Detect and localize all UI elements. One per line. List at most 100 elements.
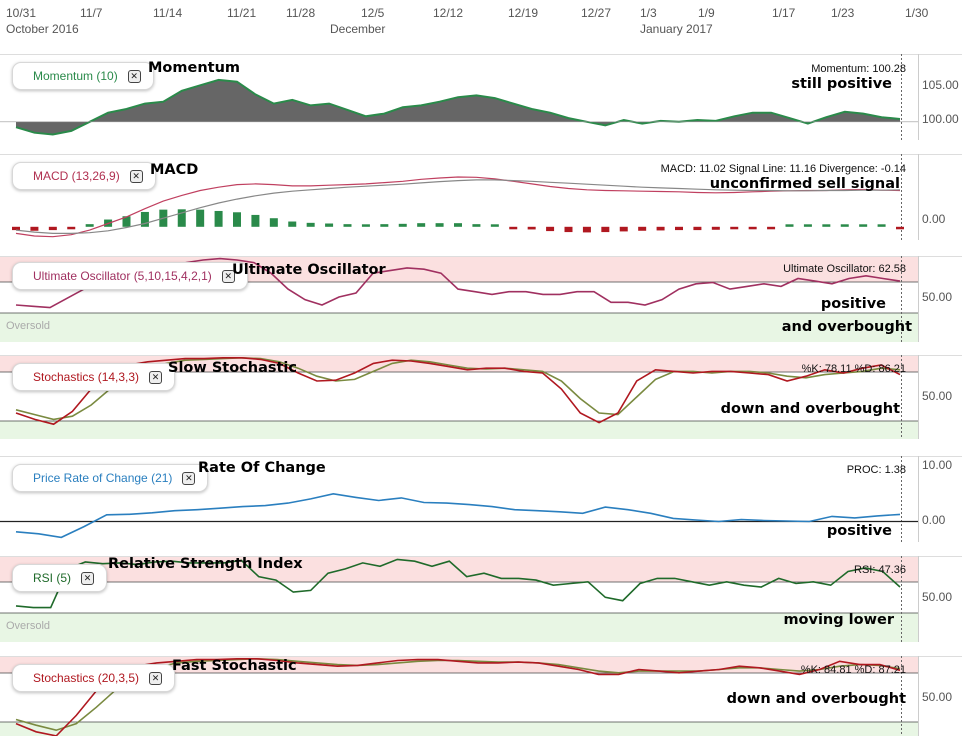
divergence-bar xyxy=(785,224,794,227)
rsi-readout: RSI: 47.36 xyxy=(854,564,906,576)
date-tick: 1/17 xyxy=(772,6,796,20)
macd-readout: MACD: 11.02 Signal Line: 11.16 Divergenc… xyxy=(660,163,906,175)
divergence-bar xyxy=(840,224,849,227)
close-icon[interactable]: ✕ xyxy=(129,169,143,183)
divergence-bar xyxy=(656,226,665,231)
oversold-zone xyxy=(0,421,918,439)
divergence-bar xyxy=(380,224,389,227)
oversold-zone xyxy=(0,722,918,736)
divergence-bar xyxy=(398,223,407,227)
date-tick: 11/14 xyxy=(153,6,183,20)
oversold-zone xyxy=(0,313,918,342)
divergence-bar xyxy=(601,226,610,233)
slow-stochastic-chip[interactable]: Stochastics (14,3,3) ✕ xyxy=(12,363,176,391)
close-icon[interactable]: ✕ xyxy=(149,370,163,384)
fast-sto-title: Fast Stochastic xyxy=(172,658,297,674)
divergence-bar xyxy=(509,226,518,230)
divergence-bar xyxy=(546,226,555,232)
y-tick: 50.00 xyxy=(922,590,953,604)
macd-panel: MACD (13,26,9) ✕ MACD MACD: 11.02 Signal … xyxy=(0,154,962,240)
divergence-bar xyxy=(435,223,444,227)
rsi-title: Relative Strength Index xyxy=(108,556,303,572)
divergence-bar xyxy=(730,226,739,230)
proc-note: positive xyxy=(826,523,892,539)
divergence-bar xyxy=(748,226,757,230)
divergence-bar xyxy=(675,226,683,231)
proc-chip-label: Price Rate of Change (21) xyxy=(33,471,173,485)
y-tick: 0.00 xyxy=(922,513,946,527)
ultimate-oscillator-chip[interactable]: Ultimate Oscillator (5,10,15,4,2,1) ✕ xyxy=(12,262,248,290)
close-icon[interactable]: ✕ xyxy=(149,671,163,685)
macd-chip-label: MACD (13,26,9) xyxy=(33,169,120,183)
fast-stochastic-chip[interactable]: Stochastics (20,3,5) ✕ xyxy=(12,664,176,692)
date-tick: 1/30 xyxy=(905,6,929,20)
fast-stochastic-panel: Stochastics (20,3,5) ✕ Fast Stochastic %K… xyxy=(0,656,962,736)
momentum-indicator-chip[interactable]: Momentum (10) ✕ xyxy=(12,62,154,90)
divergence-bar xyxy=(48,226,57,231)
uo-title: Ultimate Oscillator xyxy=(232,262,386,278)
momentum-title: Momentum xyxy=(148,60,241,76)
macd-indicator-chip[interactable]: MACD (13,26,9) ✕ xyxy=(12,162,156,190)
divergence-bar xyxy=(638,226,647,231)
date-tick: 1/9 xyxy=(698,6,715,20)
y-tick: 105.00 xyxy=(922,78,959,92)
momentum-panel: Momentum (10) ✕ Momentum Momentum: 100.28… xyxy=(0,54,962,140)
rsi-panel: RSI (5) ✕ Relative Strength Index RSI: 47… xyxy=(0,556,962,642)
divergence-bar xyxy=(767,226,776,230)
date-tick: 1/23 xyxy=(831,6,855,20)
month-label: January 2017 xyxy=(640,22,713,36)
divergence-bar xyxy=(877,224,886,227)
divergence-bar xyxy=(619,226,628,232)
month-label: December xyxy=(330,22,386,36)
close-icon[interactable]: ✕ xyxy=(182,471,196,485)
divergence-bar xyxy=(564,226,573,233)
uo-chip-label: Ultimate Oscillator (5,10,15,4,2,1) xyxy=(33,269,212,283)
rsi-chip-label: RSI (5) xyxy=(33,571,72,585)
momentum-readout: Momentum: 100.28 xyxy=(811,63,906,75)
close-icon[interactable]: ✕ xyxy=(127,69,141,83)
divergence-bar xyxy=(693,226,702,231)
y-tick: 0.00 xyxy=(922,212,946,226)
divergence-bar xyxy=(822,224,831,227)
y-tick: 50.00 xyxy=(922,690,953,704)
rate-of-change-panel: Price Rate of Change (21) ✕ Rate Of Chang… xyxy=(0,456,962,542)
divergence-bar xyxy=(711,226,720,230)
slow-sto-title: Slow Stochastic xyxy=(168,360,297,376)
divergence-bar xyxy=(306,222,315,227)
date-tick: 11/21 xyxy=(227,6,257,20)
divergence-bar xyxy=(12,226,20,231)
oversold-label: Oversold xyxy=(6,620,51,632)
divergence-bar xyxy=(803,224,812,227)
divergence-bar xyxy=(233,212,241,227)
y-tick: 10.00 xyxy=(922,458,953,472)
macd-note: unconfirmed sell signal xyxy=(709,176,900,192)
slow-sto-chip-label: Stochastics (14,3,3) xyxy=(33,370,140,384)
y-tick: 50.00 xyxy=(922,290,953,304)
close-icon[interactable]: ✕ xyxy=(81,571,95,585)
proc-indicator-chip[interactable]: Price Rate of Change (21) ✕ xyxy=(12,464,209,492)
momentum-note: still positive xyxy=(791,76,892,92)
divergence-bar xyxy=(85,224,94,227)
divergence-bar xyxy=(30,226,39,231)
proc-title: Rate Of Change xyxy=(198,460,326,476)
slow-stochastic-panel: Stochastics (14,3,3) ✕ Slow Stochastic %K… xyxy=(0,355,962,439)
ultimate-oscillator-panel: Ultimate Oscillator (5,10,15,4,2,1) ✕ Ult… xyxy=(0,256,962,342)
fast-sto-note: down and overbought xyxy=(726,691,906,707)
rsi-note: moving lower xyxy=(783,612,894,628)
divergence-bar xyxy=(859,224,868,227)
date-tick: 12/12 xyxy=(433,6,464,20)
uo-note-2: and overbought xyxy=(781,319,912,335)
rsi-indicator-chip[interactable]: RSI (5) ✕ xyxy=(12,564,108,592)
divergence-bar xyxy=(67,226,76,230)
macd-title: MACD xyxy=(150,162,199,178)
divergence-bar xyxy=(251,214,260,227)
divergence-bar xyxy=(325,223,334,227)
divergence-bar xyxy=(527,226,536,230)
fast-sto-readout: %K: 84.81 %D: 87.21 xyxy=(800,664,906,676)
date-tick: 11/28 xyxy=(286,6,316,20)
date-tick: 12/27 xyxy=(581,6,612,20)
oversold-label: Oversold xyxy=(6,320,51,332)
month-label: October 2016 xyxy=(6,22,79,36)
divergence-bar xyxy=(472,224,481,227)
divergence-bar xyxy=(490,224,499,227)
